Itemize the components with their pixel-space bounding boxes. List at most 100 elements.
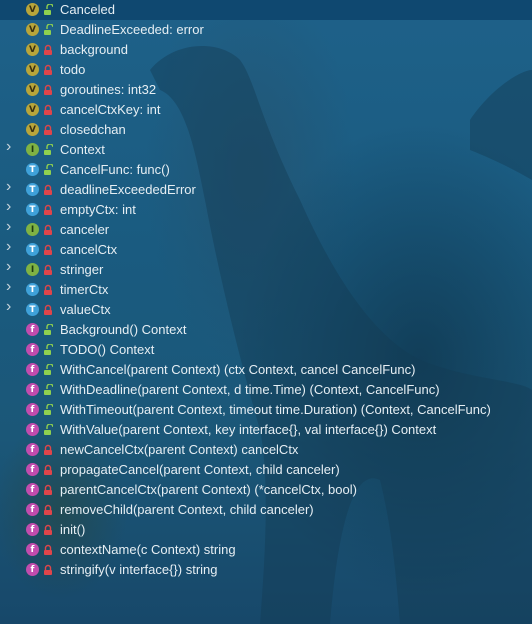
unlocked-icon: [44, 344, 53, 355]
tree-item[interactable]: Vtodo: [0, 60, 532, 80]
lock-icon: [44, 104, 52, 115]
unlocked-icon: [44, 144, 53, 155]
tree-item[interactable]: f WithCancel(parent Context) (ctx Context…: [0, 360, 532, 380]
tree-item-label: stringer: [60, 262, 104, 277]
lock-icon: [44, 564, 52, 575]
type-icon: T: [26, 203, 39, 216]
interface-icon: I: [26, 263, 39, 276]
lock-icon: [44, 304, 52, 315]
function-icon: f: [26, 463, 39, 476]
lock-icon: [44, 544, 52, 555]
tree-item[interactable]: f contextName(c Context) string: [0, 540, 532, 560]
tree-item[interactable]: f removeChild(parent Context, child cance…: [0, 500, 532, 520]
tree-item[interactable]: f propagateCancel(parent Context, child c…: [0, 460, 532, 480]
function-icon: f: [26, 503, 39, 516]
tree-item-label: todo: [60, 62, 86, 77]
tree-item[interactable]: f stringify(v interface{}) string: [0, 560, 532, 580]
tree-item[interactable]: V DeadlineExceeded: error: [0, 20, 532, 40]
tree-item-label: valueCtx: [60, 302, 111, 317]
lock-icon: [44, 224, 52, 235]
lock-icon: [44, 484, 52, 495]
tree-item-label: canceler: [60, 222, 110, 237]
chevron-right-icon[interactable]: ›: [6, 219, 18, 235]
tree-item[interactable]: f WithTimeout(parent Context, timeout tim…: [0, 400, 532, 420]
tree-item-label: WithCancel(parent Context) (ctx Context,…: [60, 362, 416, 377]
tree-item[interactable]: › I Context: [0, 139, 532, 160]
lock-icon: [44, 84, 52, 95]
tree-item[interactable]: f newCancelCtx(parent Context) cancelCtx: [0, 440, 532, 460]
tree-item[interactable]: › Istringer: [0, 259, 532, 280]
type-icon: T: [26, 303, 39, 316]
tree-item-label: propagateCancel(parent Context, child ca…: [60, 462, 340, 477]
chevron-right-icon[interactable]: ›: [6, 239, 18, 255]
function-icon: f: [26, 403, 39, 416]
structure-tree[interactable]: V Canceled V DeadlineExceeded: error Vbackgr…: [0, 0, 532, 580]
tree-item[interactable]: › TdeadlineExceededError: [0, 179, 532, 200]
tree-item-label: Background() Context: [60, 322, 187, 337]
unlocked-icon: [44, 164, 53, 175]
variable-icon: V: [26, 83, 39, 96]
tree-item[interactable]: V Canceled: [0, 0, 532, 20]
function-icon: f: [26, 483, 39, 496]
tree-item-label: deadlineExceededError: [60, 182, 196, 197]
tree-item[interactable]: VcancelCtxKey: int: [0, 100, 532, 120]
tree-item[interactable]: f WithDeadline(parent Context, d time.Tim…: [0, 380, 532, 400]
unlocked-icon: [44, 4, 53, 15]
chevron-right-icon[interactable]: ›: [6, 199, 18, 215]
tree-item[interactable]: Vbackground: [0, 40, 532, 60]
tree-item-label: timerCtx: [60, 282, 109, 297]
lock-icon: [44, 504, 52, 515]
lock-icon: [44, 244, 52, 255]
lock-icon: [44, 64, 52, 75]
lock-icon: [44, 264, 52, 275]
lock-icon: [44, 464, 52, 475]
chevron-right-icon[interactable]: ›: [6, 179, 18, 195]
unlocked-icon: [44, 384, 53, 395]
variable-icon: V: [26, 103, 39, 116]
tree-item[interactable]: › Icanceler: [0, 219, 532, 240]
function-icon: f: [26, 523, 39, 536]
tree-item[interactable]: › TcancelCtx: [0, 239, 532, 260]
chevron-right-icon[interactable]: ›: [6, 279, 18, 295]
tree-item-label: newCancelCtx(parent Context) cancelCtx: [60, 442, 299, 457]
unlocked-icon: [44, 424, 53, 435]
tree-item-label: parentCancelCtx(parent Context) (*cancel…: [60, 482, 357, 497]
variable-icon: V: [26, 3, 39, 16]
type-icon: T: [26, 283, 39, 296]
tree-item[interactable]: f Background() Context: [0, 320, 532, 340]
lock-icon: [44, 284, 52, 295]
tree-item-label: CancelFunc: func(): [60, 162, 170, 177]
function-icon: f: [26, 543, 39, 556]
tree-item[interactable]: f TODO() Context: [0, 340, 532, 360]
tree-item[interactable]: f WithValue(parent Context, key interface…: [0, 420, 532, 440]
tree-item-label: init(): [60, 522, 86, 537]
tree-item[interactable]: Vclosedchan: [0, 120, 532, 140]
lock-icon: [44, 444, 52, 455]
lock-icon: [44, 44, 52, 55]
lock-icon: [44, 204, 52, 215]
tree-item-label: DeadlineExceeded: error: [60, 22, 204, 37]
tree-item[interactable]: f parentCancelCtx(parent Context) (*cance…: [0, 480, 532, 500]
chevron-right-icon[interactable]: ›: [6, 299, 18, 315]
tree-item-label: cancelCtxKey: int: [60, 102, 161, 117]
tree-item[interactable]: › TemptyCtx: int: [0, 199, 532, 220]
type-icon: T: [26, 183, 39, 196]
interface-icon: I: [26, 223, 39, 236]
unlocked-icon: [44, 24, 53, 35]
tree-item[interactable]: Vgoroutines: int32: [0, 80, 532, 100]
unlocked-icon: [44, 364, 53, 375]
tree-item[interactable]: › TvalueCtx: [0, 299, 532, 320]
tree-item-label: WithTimeout(parent Context, timeout time…: [60, 402, 491, 417]
tree-item-label: removeChild(parent Context, child cancel…: [60, 502, 314, 517]
tree-item[interactable]: f init(): [0, 520, 532, 540]
type-icon: T: [26, 163, 39, 176]
function-icon: f: [26, 323, 39, 336]
variable-icon: V: [26, 63, 39, 76]
chevron-right-icon[interactable]: ›: [6, 139, 18, 155]
tree-item-label: WithValue(parent Context, key interface{…: [60, 422, 437, 437]
function-icon: f: [26, 423, 39, 436]
tree-item[interactable]: T CancelFunc: func(): [0, 160, 532, 180]
chevron-right-icon[interactable]: ›: [6, 259, 18, 275]
tree-item[interactable]: › TtimerCtx: [0, 279, 532, 300]
function-icon: f: [26, 563, 39, 576]
